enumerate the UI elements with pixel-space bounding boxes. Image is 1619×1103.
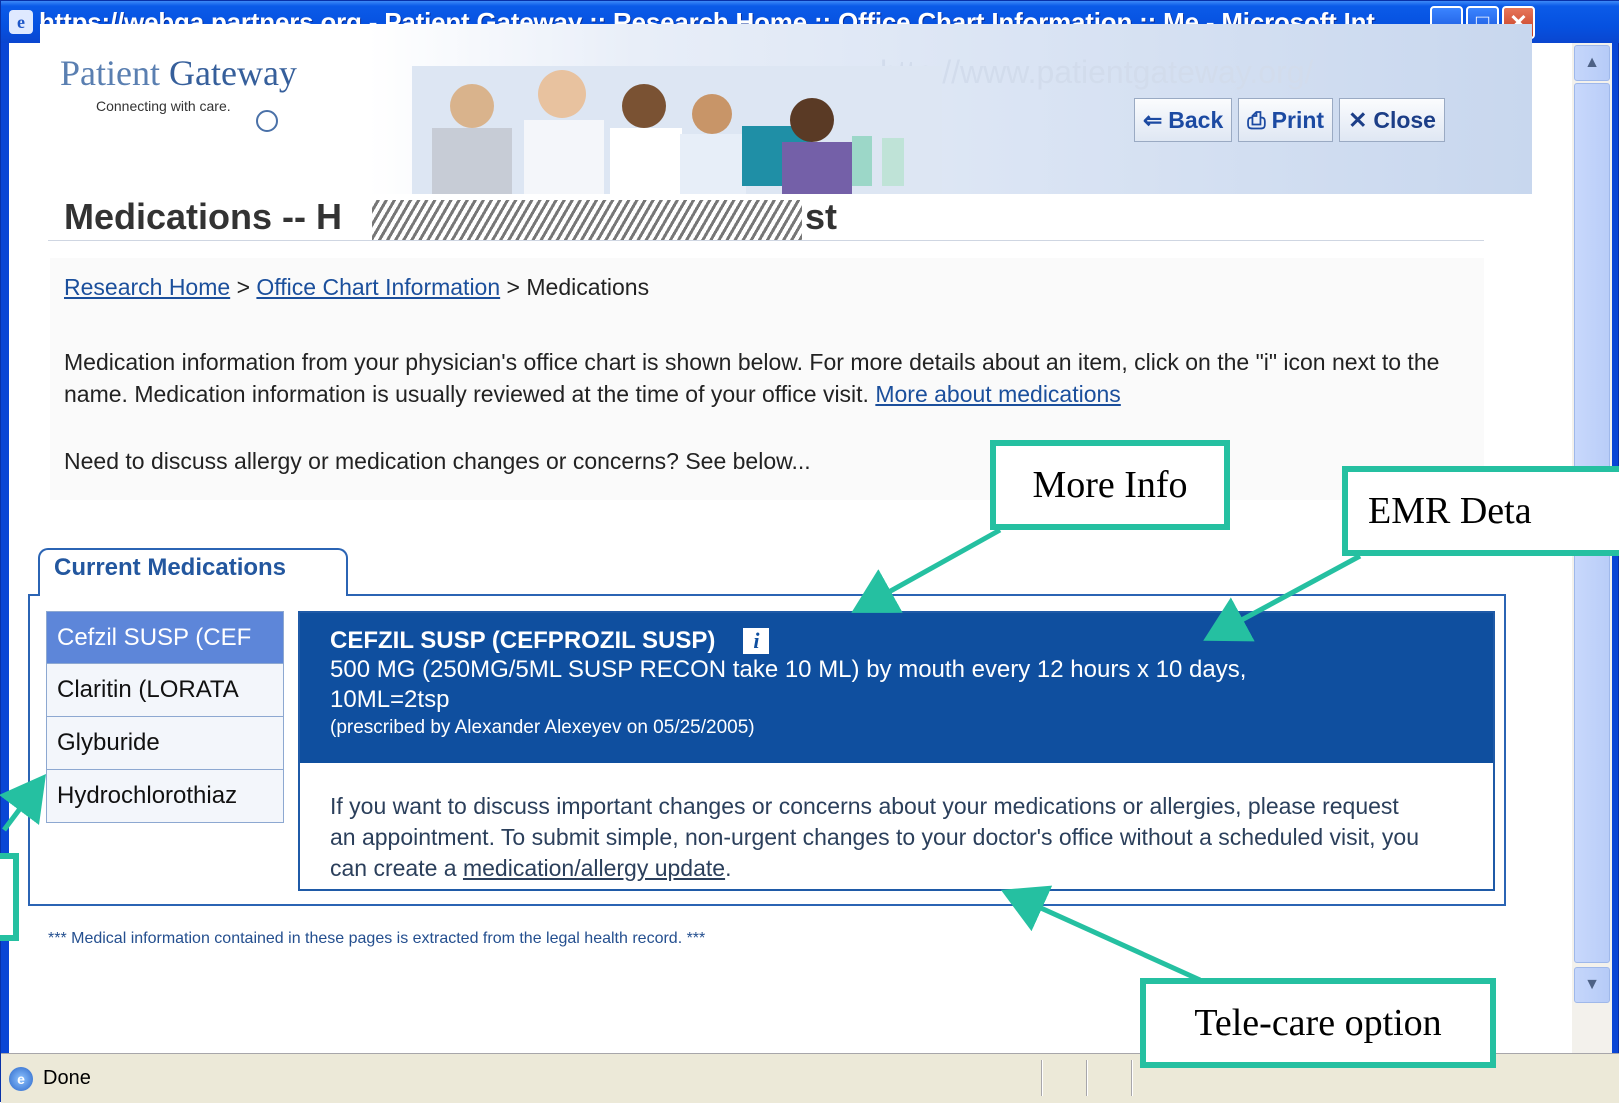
discussion-text-end: . [725,855,732,881]
staff-photo-collage [412,66,942,194]
close-label: Close [1373,106,1436,133]
scroll-down-arrow-icon[interactable]: ▼ [1574,967,1610,1003]
intro-text: Medication information from your physici… [64,349,1440,407]
breadcrumb: Research Home > Office Chart Information… [64,274,649,301]
callout-more-info: More Info [990,440,1230,530]
logo-word-patient: Patient [60,53,160,93]
status-divider [1041,1060,1043,1096]
medication-detail-header: CEFZIL SUSP (CEFPROZIL SUSP) i 500 MG (2… [300,613,1493,763]
patient-gateway-logo[interactable]: Patient Gateway [60,52,297,94]
legal-record-note: *** Medical information contained in the… [48,930,706,947]
medication-allergy-update-link[interactable]: medication/allergy update [463,855,725,881]
scroll-up-arrow-icon[interactable]: ▲ [1574,45,1610,81]
medication-item-hydrochlorothiazide[interactable]: Hydrochlorothiaz [46,770,284,823]
page-done-icon: e [9,1066,33,1091]
back-arrow-icon: ⇐ [1143,106,1163,133]
medication-item-claritin[interactable]: Claritin (LORATA [46,664,284,717]
medication-discussion-text: If you want to discuss important changes… [300,763,1420,884]
print-label: Print [1271,106,1325,133]
logo-swirl-icon [256,110,278,132]
breadcrumb-separator: > [230,274,257,300]
medication-list: Cefzil SUSP (CEF Claritin (LORATA Glybur… [46,611,284,823]
medication-item-cefzil[interactable]: Cefzil SUSP (CEF [46,611,284,664]
back-button[interactable]: ⇐ Back [1134,98,1233,142]
page-title: Medications -- H [64,196,343,237]
redacted-patient-name [372,200,802,240]
status-text: Done [43,1067,91,1089]
callout-emr-detail: EMR Deta [1342,466,1619,556]
breadcrumb-separator: > [500,274,527,300]
close-icon: ✕ [1348,106,1368,133]
medication-name: CEFZIL SUSP (CEFPROZIL SUSP) [330,627,716,654]
breadcrumb-current: Medications [526,274,650,300]
breadcrumb-research-home[interactable]: Research Home [64,274,230,300]
page-title-end: st [805,196,838,237]
back-label: Back [1168,106,1224,133]
logo-tagline: Connecting with care. [96,98,231,114]
print-button[interactable]: ⎙ Print [1238,98,1334,142]
intro-paragraph: Medication information from your physici… [64,346,1474,410]
ie-icon: e [9,10,33,34]
info-icon[interactable]: i [743,628,770,654]
close-button[interactable]: ✕ Close [1339,98,1445,142]
prescriber-info: (prescribed by Alexander Alexeyev on 05/… [330,717,755,738]
logo-word-gateway: Gateway [168,53,297,93]
status-divider [1131,1060,1133,1096]
discuss-changes-text: Need to discuss allergy or medication ch… [64,448,811,474]
title-divider [48,240,1484,241]
medication-dose: 500 MG (250MG/5ML SUSP RECON take 10 ML)… [330,656,1247,713]
tab-current-medications[interactable]: Current Medications [38,548,348,596]
banner-url-watermark: http://www.patientgateway.org/ [880,54,1314,90]
callout-telecare-option: Tele-care option [1140,978,1496,1068]
printer-icon: ⎙ [1247,106,1266,133]
medication-name-row: CEFZIL SUSP (CEFPROZIL SUSP) i [330,627,1493,655]
more-about-medications-link[interactable]: More about medications [875,381,1120,407]
breadcrumb-office-chart[interactable]: Office Chart Information [256,274,500,300]
medication-detail: CEFZIL SUSP (CEFPROZIL SUSP) i 500 MG (2… [298,611,1495,891]
status-divider [1086,1060,1088,1096]
medication-item-glyburide[interactable]: Glyburide [46,717,284,770]
header-toolbar: ⇐ Back ⎙ Print ✕ Close [1134,98,1445,142]
